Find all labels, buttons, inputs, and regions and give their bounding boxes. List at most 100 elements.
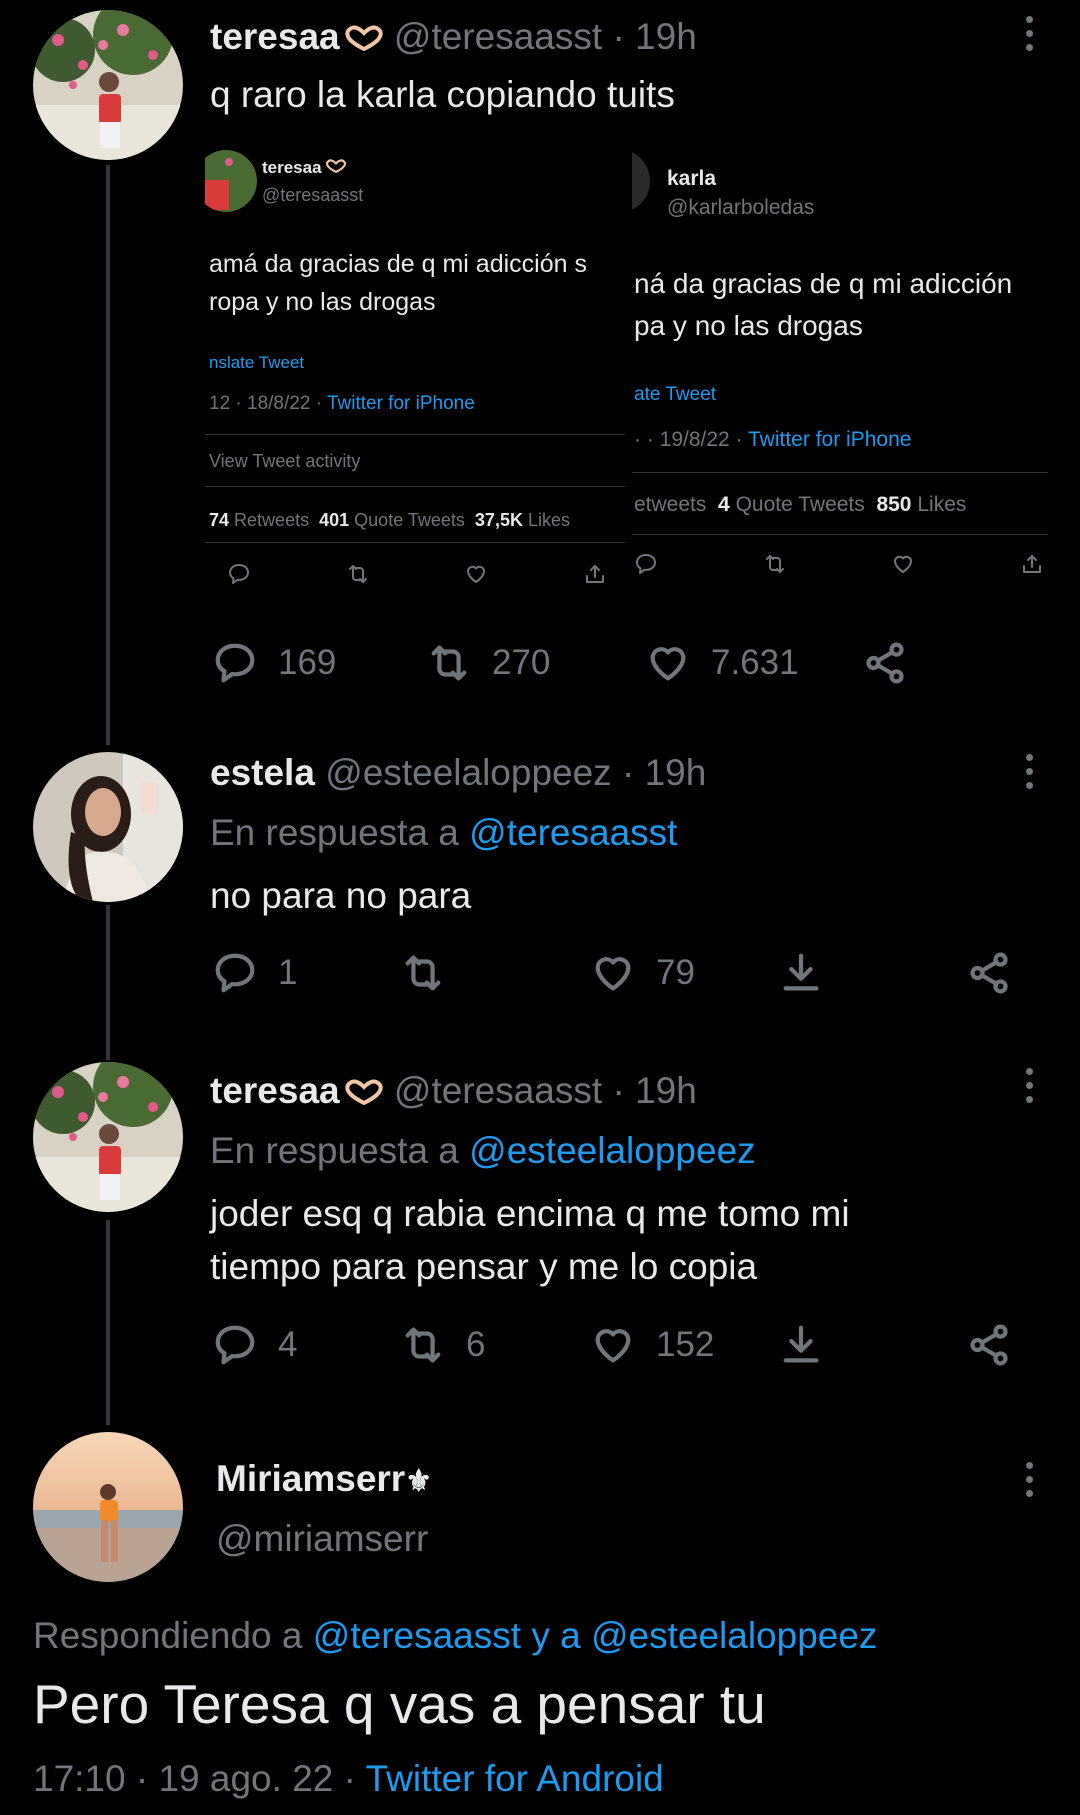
tweet3-header: teresaa @teresaasst · 19h bbox=[210, 1070, 697, 1112]
download-icon bbox=[783, 1325, 819, 1363]
embed-right-translate: ate Tweet bbox=[634, 384, 717, 405]
tweet3-like-button[interactable]: 152 bbox=[590, 1322, 714, 1368]
embed-left-handle: @teresaasst bbox=[262, 185, 364, 205]
embed-left-name: teresaa bbox=[262, 158, 322, 177]
like-icon bbox=[650, 647, 686, 681]
embed-left-activity: View Tweet activity bbox=[209, 451, 361, 471]
retweet-icon bbox=[763, 552, 787, 581]
embed-right-stats: etweets 4 Quote Tweets 850 Likes bbox=[634, 493, 967, 516]
tweet3-reply-context: En respuesta a @esteelaloppeez bbox=[210, 1130, 756, 1171]
embed-right-line2: pa y no las drogas bbox=[634, 310, 863, 341]
tweet2-download-button[interactable] bbox=[778, 950, 844, 996]
tweet1-more-icon[interactable] bbox=[1026, 16, 1034, 58]
avatar-estela[interactable] bbox=[33, 752, 183, 902]
embed-left-line2: ropa y no las drogas bbox=[209, 288, 436, 316]
embed-left-line1: amá da gracias de q mi adicción s bbox=[209, 250, 587, 278]
fleur-de-lis-icon: ⚜ bbox=[405, 1465, 433, 1498]
embed-left-stats: 74 Retweets 401 Quote Tweets 37,5K Likes bbox=[209, 510, 571, 530]
heart-hands-icon bbox=[340, 16, 384, 57]
embedded-screenshot-left[interactable]: teresaa @teresaasst amá da gracias de q … bbox=[205, 140, 625, 605]
thread-line-3 bbox=[106, 1220, 110, 1425]
tweet2-more-icon[interactable] bbox=[1026, 754, 1034, 796]
embed-left-translate: nslate Tweet bbox=[209, 353, 305, 372]
tweet3-share-button[interactable] bbox=[966, 1322, 1032, 1368]
reply-icon bbox=[215, 953, 255, 993]
embed-right-avatar bbox=[632, 150, 650, 212]
tweet4-handle[interactable]: @miriamserr bbox=[216, 1518, 428, 1560]
tweet3-reply-button[interactable]: 4 bbox=[212, 1322, 297, 1368]
tweet1-share-button[interactable] bbox=[862, 640, 928, 686]
tweet1-retweet-button[interactable]: 270 bbox=[426, 640, 550, 686]
share-icon bbox=[583, 562, 607, 591]
tweet4-text: Pero Teresa q vas a pensar tu bbox=[33, 1673, 766, 1735]
share-icon bbox=[970, 952, 1008, 994]
download-icon bbox=[783, 953, 819, 991]
retweet-icon bbox=[405, 955, 441, 991]
avatar-miriamserr[interactable] bbox=[33, 1432, 183, 1582]
tweet2-like-button[interactable]: 79 bbox=[590, 950, 695, 996]
tweet1-reply-button[interactable]: 169 bbox=[212, 640, 336, 686]
tweet4-author: Miriamserr⚜ bbox=[216, 1458, 432, 1500]
embed-left-actions bbox=[227, 562, 607, 591]
tweet3-more-icon[interactable] bbox=[1026, 1068, 1034, 1110]
tweet4-more-icon[interactable] bbox=[1026, 1462, 1034, 1504]
embed-right-handle: @karlarboledas bbox=[667, 196, 815, 219]
tweet3-download-button[interactable] bbox=[778, 1322, 844, 1368]
embed-right-line1: ná da gracias de q mi adicción bbox=[634, 268, 1013, 299]
reply-icon bbox=[227, 562, 251, 591]
embed-left-avatar bbox=[205, 150, 257, 212]
tweet2-time[interactable]: · 19h bbox=[622, 752, 706, 793]
tweet4-timestamp: 17:10 · 19 ago. 22 · bbox=[33, 1758, 366, 1799]
tweet3-author-name[interactable]: teresaa bbox=[210, 1070, 340, 1111]
tweet2-author-name[interactable]: estela bbox=[210, 752, 315, 793]
tweet1-author-name[interactable]: teresaa bbox=[210, 16, 340, 57]
embed-left-meta: 12 · 18/8/22 · Twitter for iPhone bbox=[209, 393, 475, 414]
tweet4-meta: 17:10 · 19 ago. 22 · Twitter for Android bbox=[33, 1758, 664, 1800]
avatar-teresaa[interactable] bbox=[33, 10, 183, 160]
tweet2-text: no para no para bbox=[210, 875, 472, 916]
thread-line-2 bbox=[106, 905, 110, 1060]
tweet2-reply-context: En respuesta a @teresaasst bbox=[210, 812, 678, 853]
tweet3-text-line1: joder esq q rabia encima q me tomo mi bbox=[210, 1193, 850, 1234]
share-icon bbox=[970, 1324, 1008, 1366]
tweet3-handle[interactable]: @teresaasst bbox=[394, 1070, 602, 1111]
share-icon bbox=[1020, 552, 1044, 581]
tweet4-replying-to-link[interactable]: @teresaasst y a @esteelaloppeez bbox=[313, 1615, 878, 1656]
retweet-icon bbox=[431, 645, 467, 681]
tweet2-handle[interactable]: @esteelaloppeez bbox=[325, 752, 611, 793]
tweet1-handle[interactable]: @teresaasst bbox=[394, 16, 602, 57]
like-icon bbox=[891, 552, 915, 581]
tweet2-share-button[interactable] bbox=[966, 950, 1032, 996]
tweet2-retweet-button[interactable] bbox=[400, 950, 466, 996]
tweet3-retweet-button[interactable]: 6 bbox=[400, 1322, 485, 1368]
tweet4-author-name[interactable]: Miriamserr bbox=[216, 1458, 405, 1499]
like-icon bbox=[595, 1329, 631, 1363]
thread-line-1 bbox=[106, 165, 110, 745]
tweet1-like-count: 7.631 bbox=[711, 643, 799, 682]
tweet1-header: teresaa @teresaasst · 19h bbox=[210, 16, 697, 58]
tweet3-time[interactable]: · 19h bbox=[612, 1070, 696, 1111]
embed-right-actions bbox=[634, 552, 1044, 581]
tweet2-header: estela @esteelaloppeez · 19h bbox=[210, 752, 706, 794]
like-icon bbox=[464, 562, 488, 591]
tweet2-reply-to-link[interactable]: @teresaasst bbox=[469, 812, 677, 853]
share-icon bbox=[866, 642, 904, 684]
tweet2-reply-count: 1 bbox=[278, 953, 298, 992]
reply-icon bbox=[215, 643, 255, 683]
tweet1-reply-count: 169 bbox=[278, 643, 337, 682]
avatar-teresaa-2[interactable] bbox=[33, 1062, 183, 1212]
tweet1-time[interactable]: · 19h bbox=[612, 16, 696, 57]
tweet1-text: q raro la karla copiando tuits bbox=[210, 74, 675, 115]
tweet3-text-line2: tiempo para pensar y me lo copia bbox=[210, 1246, 758, 1287]
tweet2-like-count: 79 bbox=[656, 953, 695, 992]
embedded-screenshot-right[interactable]: karla @karlarboledas ná da gracias de q … bbox=[632, 140, 1052, 605]
embed-right-name: karla bbox=[667, 167, 717, 190]
heart-hands-icon bbox=[322, 158, 347, 177]
tweet1-retweet-count: 270 bbox=[492, 643, 551, 682]
tweet1-like-button[interactable]: 7.631 bbox=[645, 640, 799, 686]
tweet3-retweet-count: 6 bbox=[466, 1325, 486, 1364]
tweet4-source-link[interactable]: Twitter for Android bbox=[366, 1758, 664, 1799]
tweet2-reply-button[interactable]: 1 bbox=[212, 950, 297, 996]
like-icon bbox=[595, 957, 631, 991]
tweet3-reply-to-link[interactable]: @esteelaloppeez bbox=[469, 1130, 755, 1171]
